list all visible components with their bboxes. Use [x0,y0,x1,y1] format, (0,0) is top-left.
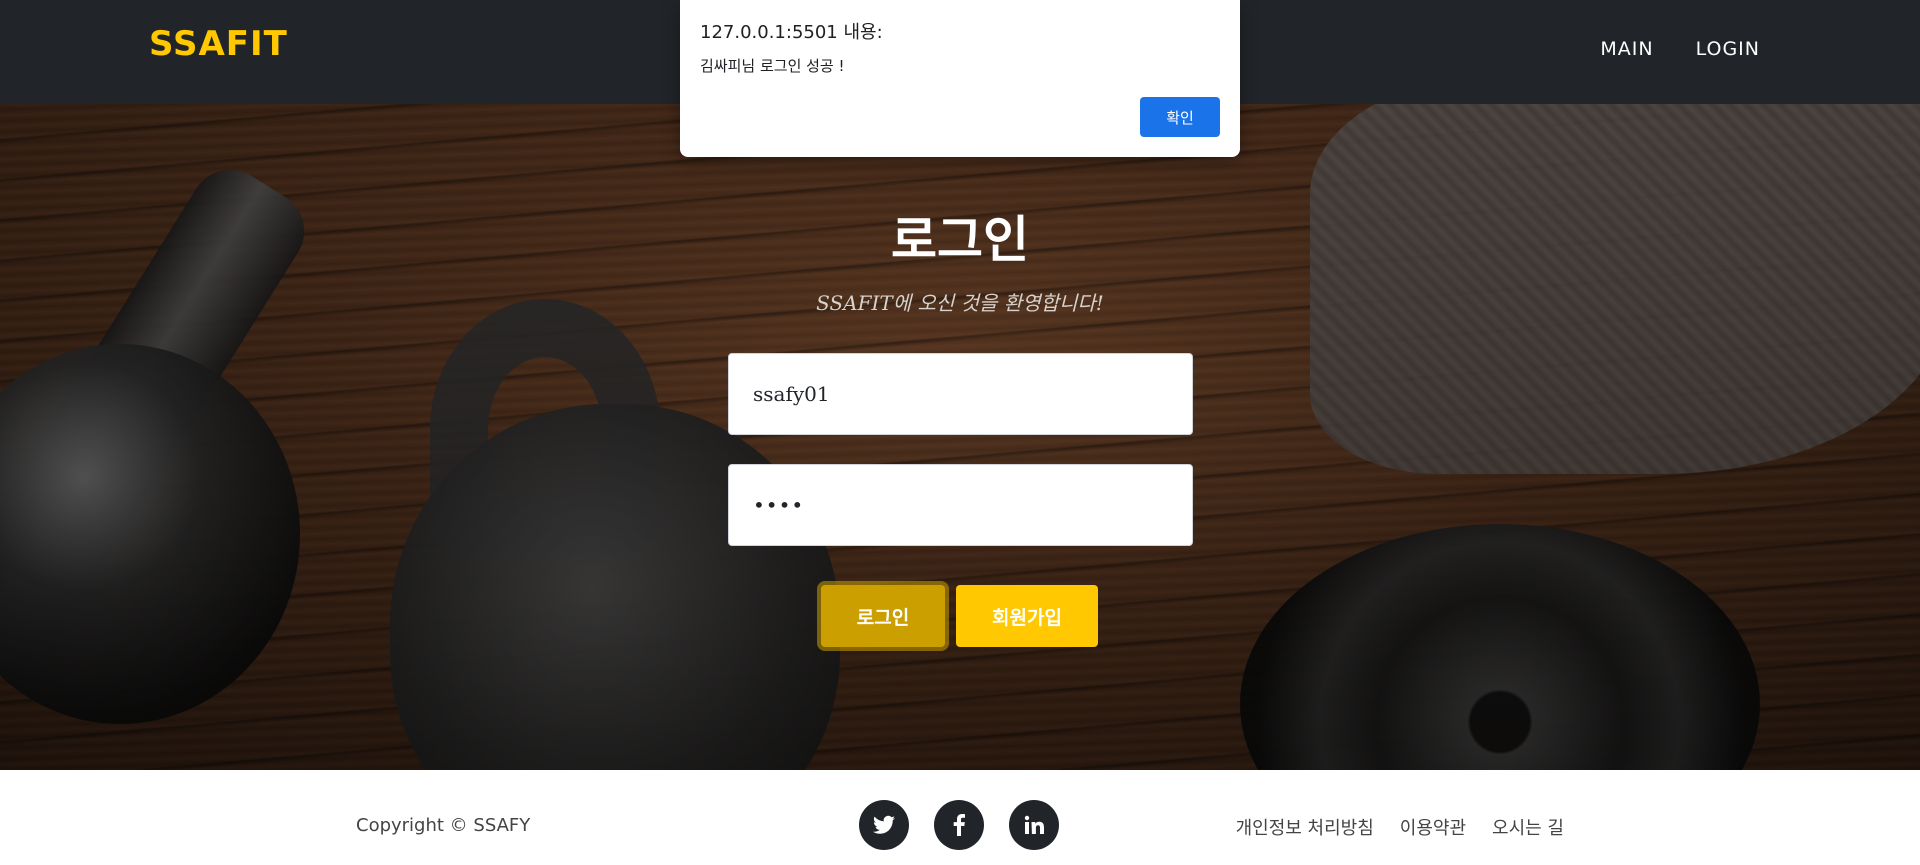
dialog-origin: 127.0.0.1:5501 내용: [700,22,883,43]
nav-link-login[interactable]: LOGIN [1696,38,1760,60]
signup-button[interactable]: 회원가입 [956,585,1098,647]
dialog-message: 김싸피님 로그인 성공 ! [700,57,845,75]
twitter-button[interactable] [859,800,909,850]
directions-link[interactable]: 오시는 길 [1492,814,1564,840]
facebook-icon [953,814,965,836]
brand-logo[interactable]: SSAFIT [149,24,288,64]
terms-link[interactable]: 이용약관 [1400,814,1466,840]
hero-section: 로그인 SSAFIT에 오신 것을 환영합니다! 로그인 회원가입 [0,104,1920,770]
login-form: 로그인 SSAFIT에 오신 것을 환영합니다! 로그인 회원가입 [0,104,1920,770]
password-input[interactable] [728,464,1193,546]
linkedin-icon [1024,815,1044,834]
footer: Copyright © SSAFY 개인정보 처리방침 이용약관 오시는 길 [0,770,1920,865]
nav-link-main[interactable]: MAIN [1600,38,1653,60]
copyright-text: Copyright © SSAFY [356,815,531,836]
page-subtitle: SSAFIT에 오신 것을 환영합니다! [816,291,1104,315]
dialog-ok-button[interactable]: 확인 [1140,97,1220,137]
id-input[interactable] [728,353,1193,435]
alert-dialog: 127.0.0.1:5501 내용: 김싸피님 로그인 성공 ! 확인 [680,0,1240,157]
twitter-icon [873,815,895,834]
page-title: 로그인 [891,211,1029,269]
login-button[interactable]: 로그인 [821,585,945,647]
footer-links: 개인정보 처리방침 이용약관 오시는 길 [1236,814,1564,840]
privacy-policy-link[interactable]: 개인정보 처리방침 [1236,814,1374,840]
linkedin-button[interactable] [1009,800,1059,850]
facebook-button[interactable] [934,800,984,850]
nav-links: MAIN LOGIN [1600,38,1760,60]
social-links [859,800,1059,850]
